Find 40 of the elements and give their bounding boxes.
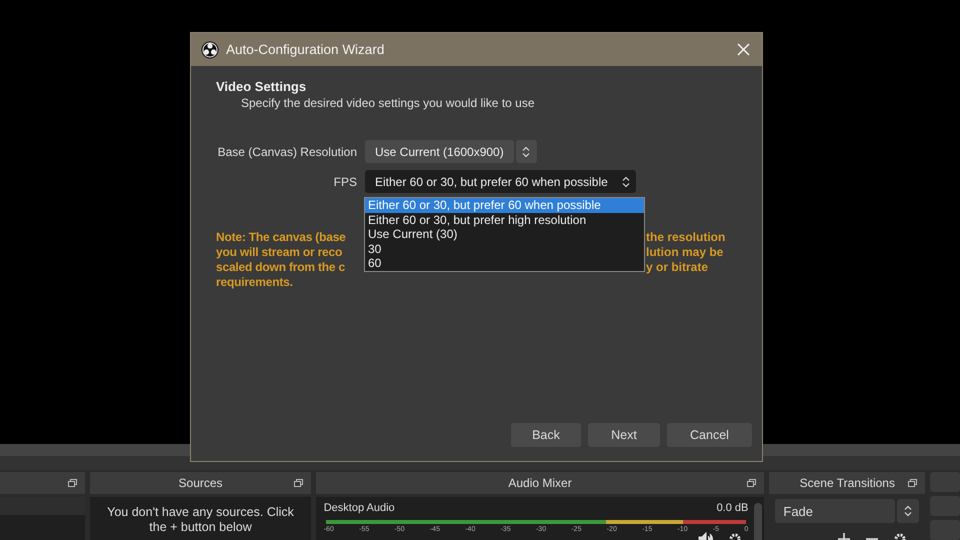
dropdown-option[interactable]: Use Current (30)	[365, 227, 644, 242]
close-button[interactable]	[735, 41, 752, 58]
dialog-button[interactable]: Back	[511, 423, 581, 447]
note-text: the resolution	[646, 230, 726, 245]
note-text: scaled down from the c	[216, 260, 345, 274]
fps-select[interactable]: Either 60 or 30, but prefer 60 when possible	[365, 170, 636, 193]
transition-select[interactable]: Fade	[775, 499, 896, 523]
window-title: Auto-Configuration Wizard	[226, 42, 386, 57]
empty-message: You don't have any sources. Click the + button below	[106, 505, 295, 535]
note-text: you will stream or reco	[216, 245, 342, 259]
spin-icon	[522, 146, 530, 158]
float-icon[interactable]	[908, 479, 918, 487]
float-icon[interactable]	[747, 479, 756, 487]
channel-name: Desktop Audio	[324, 502, 395, 514]
field-label: FPS	[332, 174, 357, 188]
float-icon[interactable]	[68, 479, 78, 487]
float-icon[interactable]	[294, 479, 303, 487]
spin-icon	[904, 505, 912, 517]
resolution-combo[interactable]: Use Current (1600x900)	[365, 140, 514, 163]
section-description: Specify the desired video settings you would like to use	[241, 96, 536, 110]
spin-icon	[622, 176, 630, 188]
panel-title: Scene Transitions	[800, 476, 895, 490]
dialog-button[interactable]: Next	[588, 423, 660, 447]
note-text: y or bitrate	[646, 260, 708, 275]
dropdown-option[interactable]: Either 60 or 30, but prefer 60 when possible	[365, 198, 644, 213]
section-heading: Video Settings	[216, 79, 308, 94]
field-label: Base (Canvas) Resolution	[216, 144, 357, 158]
dropdown-option[interactable]: Either 60 or 30, but prefer high resolution	[365, 212, 644, 228]
dialog-button[interactable]: Cancel	[667, 423, 752, 447]
panel-title: Audio Mixer	[508, 476, 572, 490]
dropdown-option[interactable]: 60	[365, 256, 644, 271]
spin-button[interactable]	[516, 140, 537, 163]
dropdown-option[interactable]: 30	[365, 242, 644, 256]
spin-button[interactable]	[897, 499, 920, 523]
note-text: requirements.	[216, 275, 293, 289]
note-text: lution may be	[646, 245, 724, 260]
panel-title: Sources	[178, 476, 223, 490]
volume-reading: 0.0 dB	[716, 502, 748, 514]
note-text: Note: The canvas (base	[216, 230, 346, 244]
app-logo-icon	[201, 40, 219, 58]
